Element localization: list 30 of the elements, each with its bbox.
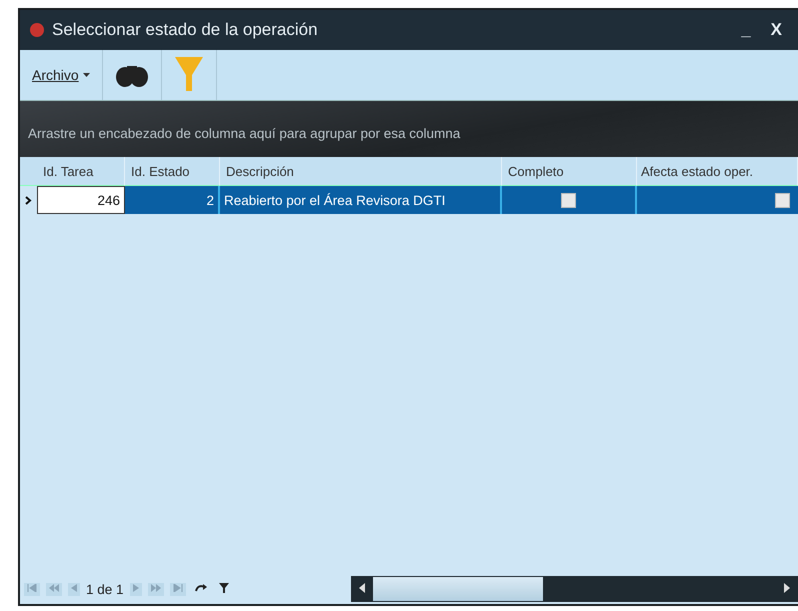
fast-forward-icon (150, 584, 161, 592)
left-triangle-icon (71, 584, 77, 592)
app-logo-icon (30, 23, 44, 37)
column-header[interactable]: Id. Tarea (37, 157, 125, 186)
checkbox[interactable] (775, 192, 790, 208)
rewind-icon (49, 584, 59, 592)
right-triangle-icon (132, 584, 139, 592)
column-header[interactable]: Completo (502, 157, 637, 186)
scrollbar-thumb[interactable] (373, 577, 543, 601)
page-indicator: 1 de 1 (86, 582, 124, 596)
left-triangle-icon (359, 583, 365, 593)
column-header[interactable]: Afecta estado oper. (637, 157, 798, 186)
last-icon (172, 584, 183, 592)
group-by-hint: Arrastre un encabezado de columna aquí para agrupar por esa columna (28, 126, 460, 141)
curved-arrow-icon (194, 582, 207, 592)
funnel-icon (218, 582, 229, 592)
window-title: Seleccionar estado de la operación (52, 20, 319, 40)
right-triangle-icon (784, 583, 790, 593)
file-menu[interactable]: Archivo (20, 50, 103, 100)
horizontal-scrollbar[interactable] (351, 576, 798, 602)
caret-icon (82, 73, 90, 77)
column-header[interactable]: Descripción (220, 157, 502, 186)
close-button[interactable]: X (764, 20, 788, 40)
table-cell: 2 (125, 186, 220, 214)
table-cell: Reabierto por el Área Revisora DGTI (220, 186, 502, 214)
column-header[interactable]: Id. Estado (125, 157, 220, 186)
table-cell: 246 (37, 186, 125, 214)
first-icon (27, 584, 37, 592)
minimize-button[interactable]: _ (735, 20, 757, 40)
checkbox[interactable] (561, 192, 576, 208)
